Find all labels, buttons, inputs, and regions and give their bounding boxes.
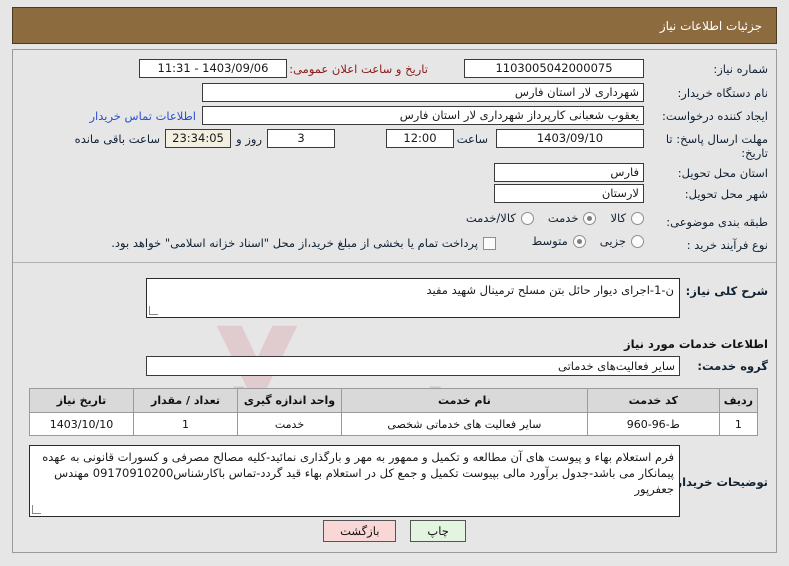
- page-title: جزئیات اطلاعات نیاز: [659, 18, 762, 33]
- label-deadline-hour: ساعت: [456, 132, 488, 146]
- th-service-name: نام خدمت: [341, 388, 588, 413]
- back-button[interactable]: بازگشت: [323, 520, 397, 542]
- label-public-announce: تاریخ و ساعت اعلان عمومی:: [289, 62, 428, 76]
- th-service-code: کد خدمت: [586, 388, 720, 413]
- category-option-1-label: خدمت: [547, 211, 579, 225]
- radio-category-2[interactable]: [520, 211, 534, 225]
- category-option-0-label: کالا: [610, 211, 626, 225]
- label-city: شهر محل تحویل:: [684, 187, 768, 201]
- label-buyer-notes: توضیحات خریدار:: [670, 475, 768, 489]
- th-row-no: ردیف: [718, 388, 759, 413]
- countdown-timer: 23:34:05: [165, 129, 231, 148]
- label-deadline: مهلت ارسال پاسخ: تا تاریخ:: [665, 132, 768, 160]
- process-option-motavaset[interactable]: متوسط: [532, 234, 586, 248]
- table-header-row: ردیف کد خدمت نام خدمت واحد اندازه گیری ت…: [29, 388, 759, 413]
- label-province: استان محل تحویل:: [677, 166, 768, 180]
- description-textarea[interactable]: ن-1-اجرای دیوار حائل بتن مسلح ترمینال شه…: [146, 278, 680, 318]
- label-category: طبقه بندی موضوعی:: [666, 215, 768, 229]
- need-number-value: 1103005042000075: [464, 59, 644, 78]
- label-countdown-suffix: ساعت باقی مانده: [74, 132, 160, 146]
- button-bar: چاپ بازگشت: [13, 520, 776, 542]
- city-value: لارستان: [494, 184, 644, 203]
- label-description: شرح کلی نیاز:: [685, 284, 768, 298]
- process-option-0-label: جزیی: [599, 234, 626, 248]
- th-unit: واحد اندازه گیری: [237, 388, 342, 413]
- cell-service-code: ط-96-960: [586, 412, 720, 436]
- cell-quantity: 1: [133, 412, 238, 436]
- requester-value: یعقوب شعبانی کارپرداز شهرداری لار استان …: [202, 106, 644, 125]
- label-days-unit: روز و: [236, 132, 262, 146]
- category-option-kala-khedmat[interactable]: کالا/خدمت: [466, 211, 534, 225]
- label-process-type: نوع فرآیند خرید :: [686, 238, 768, 252]
- services-table: ردیف کد خدمت نام خدمت واحد اندازه گیری ت…: [29, 388, 759, 436]
- cell-row-no: 1: [718, 412, 759, 436]
- radio-process-0[interactable]: [631, 234, 644, 248]
- th-need-date: تاریخ نیاز: [29, 388, 134, 413]
- label-buyer-org: نام دستگاه خریدار:: [677, 86, 768, 100]
- cell-need-date: 1403/10/10: [29, 412, 134, 436]
- table-row: 1 ط-96-960 سایر فعالیت های خدماتی شخصی خ…: [29, 412, 759, 436]
- radio-category-1[interactable]: [583, 211, 597, 225]
- checkbox-treasury[interactable]: [483, 236, 496, 250]
- buyer-org-value: شهرداری لار استان فارس: [202, 83, 644, 102]
- print-button[interactable]: چاپ: [410, 520, 466, 542]
- buyer-notes-textarea[interactable]: فرم استعلام بهاء و پیوست های آن مطالعه و…: [29, 445, 680, 517]
- cell-service-name: سایر فعالیت های خدماتی شخصی: [341, 412, 588, 436]
- label-need-number: شماره نیاز:: [713, 62, 768, 76]
- category-option-khedmat[interactable]: خدمت: [548, 211, 597, 225]
- category-option-kala[interactable]: کالا: [610, 211, 644, 225]
- services-section-title: اطلاعات خدمات مورد نیاز: [624, 337, 768, 351]
- th-quantity: تعداد / مقدار: [133, 388, 238, 413]
- deadline-hour-value: 12:00: [386, 129, 454, 148]
- treasury-checkbox-option[interactable]: پرداخت تمام یا بخشی از مبلغ خرید،از محل …: [111, 236, 496, 250]
- label-requester: ایجاد کننده درخواست:: [662, 109, 768, 123]
- radio-category-0[interactable]: [631, 211, 644, 225]
- category-radio-group: کالا خدمت کالا/خدمت: [452, 211, 644, 225]
- deadline-date-value: 1403/09/10: [496, 129, 644, 148]
- province-value: فارس: [494, 163, 644, 182]
- process-option-jozii[interactable]: جزیی: [600, 234, 644, 248]
- process-radio-group: جزیی متوسط: [518, 234, 644, 248]
- buyer-contact-link[interactable]: اطلاعات تماس خریدار: [89, 109, 196, 123]
- service-group-value: سایر فعالیت‌های خدماتی: [146, 356, 680, 376]
- page-header: جزئیات اطلاعات نیاز: [12, 7, 777, 44]
- label-service-group: گروه خدمت:: [697, 359, 768, 373]
- process-option-1-label: متوسط: [531, 234, 568, 248]
- category-option-2-label: کالا/خدمت: [465, 211, 516, 225]
- days-remaining-value: 3: [267, 129, 335, 148]
- radio-process-1[interactable]: [572, 234, 586, 248]
- divider-top-section: [13, 262, 776, 263]
- cell-unit: خدمت: [237, 412, 342, 436]
- public-announce-value: 1403/09/06 - 11:31: [139, 59, 287, 78]
- details-panel: AriaTender.net شماره نیاز: 1103005042000…: [12, 49, 777, 553]
- treasury-note-label: پرداخت تمام یا بخشی از مبلغ خرید،از محل …: [111, 236, 478, 250]
- page-root: جزئیات اطلاعات نیاز AriaTender.net شماره…: [0, 0, 789, 566]
